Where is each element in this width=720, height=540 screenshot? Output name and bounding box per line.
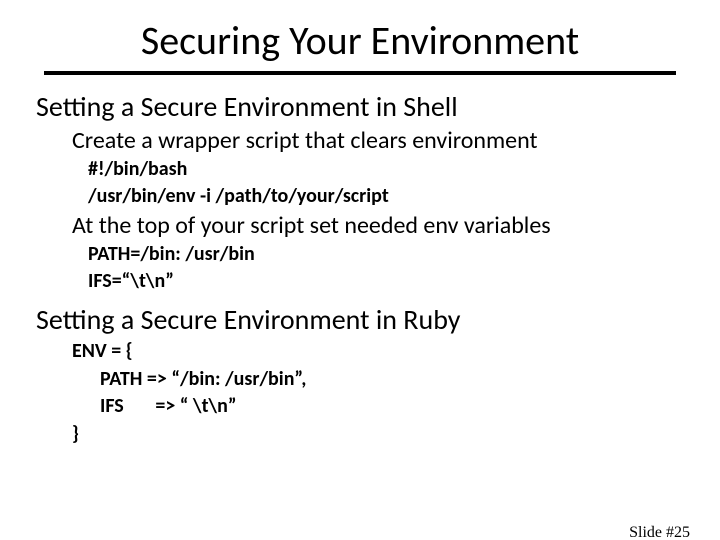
body-text: Create a wrapper script that clears envi…	[72, 126, 684, 155]
slide: Securing Your Environment Setting a Secu…	[0, 16, 720, 540]
code-line: #!/bin/bash	[88, 157, 684, 182]
code-line: }	[72, 422, 684, 448]
code-line: ENV = {	[72, 339, 684, 365]
code-line: PATH => “/bin: /usr/bin”,	[72, 367, 684, 393]
title-divider	[44, 71, 676, 75]
body-text: At the top of your script set needed env…	[72, 211, 684, 240]
code-line: /usr/bin/env -i /path/to/your/script	[88, 184, 684, 209]
slide-title: Securing Your Environment	[60, 16, 660, 65]
section-heading-shell: Setting a Secure Environment in Shell	[36, 89, 684, 124]
code-line: IFS=“\t\n”	[88, 269, 684, 294]
code-line: PATH=/bin: /usr/bin	[88, 242, 684, 267]
code-line: IFS => “ \t\n”	[72, 394, 684, 420]
slide-number: Slide #25	[629, 524, 690, 540]
section-heading-ruby: Setting a Secure Environment in Ruby	[36, 302, 684, 337]
